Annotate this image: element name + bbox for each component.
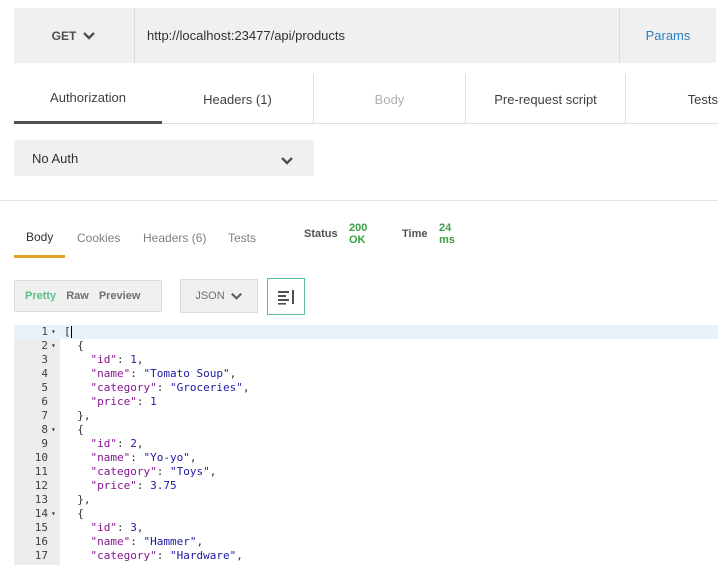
code-text: [ [64,325,72,338]
line-number: 4 [41,367,48,380]
code-text: "id": 3, [90,521,144,534]
view-mode-group: Pretty Raw Preview [14,280,162,312]
code-line: 10 "name": "Yo-yo", [14,451,718,465]
fold-toggle-icon[interactable]: ▾ [51,507,56,521]
tab-authorization[interactable]: Authorization [14,74,162,124]
line-number: 1 [41,325,48,338]
fold-toggle-icon[interactable]: ▾ [51,339,56,353]
request-bar: GET http://localhost:23477/api/products … [14,8,716,63]
response-tab-body[interactable]: Body [14,218,66,258]
tab-pre-request-script[interactable]: Pre-request script [466,74,626,124]
method-dropdown[interactable]: GET [14,8,134,63]
code-line: 1 ▾ [ [14,325,718,339]
code-line: 15 "id": 3, [14,521,718,535]
code-line: 8 ▾ { [14,423,718,437]
code-text: "price": 1 [90,395,157,408]
code-line: 3 "id": 1, [14,353,718,367]
line-number: 10 [34,451,48,464]
line-number: 16 [34,535,48,548]
code-line: 11 "category": "Toys", [14,465,718,479]
time-value: 24 ms [439,222,455,246]
code-text: { [64,339,84,352]
code-text: { [64,507,84,520]
code-text: "price": 3.75 [90,479,177,492]
line-number: 17 [34,549,48,562]
response-tab-tests[interactable]: Tests [228,218,256,258]
response-tab-cookies[interactable]: Cookies [77,218,120,258]
tab-headers[interactable]: Headers (1) [162,74,314,124]
code-line: 17 "category": "Hardware", [14,549,718,563]
method-label: GET [51,28,77,43]
code-line: 9 "id": 2, [14,437,718,451]
line-number: 5 [41,381,48,394]
code-line: 5 "category": "Groceries", [14,381,718,395]
response-body-viewer[interactable]: 1 ▾[2 ▾ {3 "id": 1, 4 "name": "Tomato Soup"… [14,325,718,565]
tab-body[interactable]: Body [314,74,466,124]
status-value: 200 OK [349,222,368,246]
status-label: Status [304,228,338,240]
line-number: 2 [41,339,48,352]
wrap-lines-button[interactable] [267,278,305,315]
auth-type-select[interactable]: No Auth [14,140,314,176]
code-text: "name": "Yo-yo", [90,451,197,464]
response-tab-headers[interactable]: Headers (6) [143,218,206,258]
wrap-lines-icon [278,289,294,305]
tab-tests[interactable]: Tests [626,74,718,124]
code-text: "category": "Hardware", [90,549,243,562]
code-line: 12 "price": 3.75 [14,479,718,493]
code-line: 7 }, [14,409,718,423]
code-line: 16 "name": "Hammer", [14,535,718,549]
line-number: 8 [41,423,48,436]
section-divider [0,200,718,201]
code-line: 14 ▾ { [14,507,718,521]
code-text: "category": "Groceries", [90,381,250,394]
fold-toggle-icon[interactable]: ▾ [51,423,56,437]
chevron-down-icon [83,31,96,40]
code-text: { [64,423,84,436]
code-text: "name": "Hammer", [90,535,204,548]
code-text: "id": 2, [90,437,144,450]
preview-button[interactable]: Preview [99,290,141,302]
code-text: "category": "Toys", [90,465,217,478]
code-text: }, [64,409,91,422]
line-number: 15 [34,521,48,534]
auth-type-value: No Auth [32,150,79,166]
code-text: "name": "Tomato Soup", [90,367,237,380]
format-type-value: JSON [195,290,225,302]
raw-button[interactable]: Raw [66,290,89,302]
code-line: 2 ▾ { [14,339,718,353]
line-number: 3 [41,353,48,366]
line-number: 6 [41,395,48,408]
chevron-down-icon [281,157,293,165]
code-line: 6 "price": 1 [14,395,718,409]
format-type-select[interactable]: JSON [180,279,258,313]
chevron-down-icon [230,292,242,300]
url-input[interactable]: http://localhost:23477/api/products [134,8,620,63]
line-number: 13 [34,493,48,506]
code-line: 4 "name": "Tomato Soup", [14,367,718,381]
line-number: 14 [34,507,48,520]
code-text: }, [64,493,91,506]
request-tabs: Authorization Headers (1) Body Pre-reque… [14,74,718,124]
line-number: 12 [34,479,48,492]
pretty-button[interactable]: Pretty [25,290,56,302]
time-label: Time [402,228,428,240]
line-number: 9 [41,437,48,450]
line-number: 7 [41,409,48,422]
line-number: 11 [34,465,48,478]
params-button[interactable]: Params [620,8,716,63]
code-text: "id": 1, [90,353,144,366]
fold-toggle-icon[interactable]: ▾ [51,325,56,339]
code-line: 13 }, [14,493,718,507]
